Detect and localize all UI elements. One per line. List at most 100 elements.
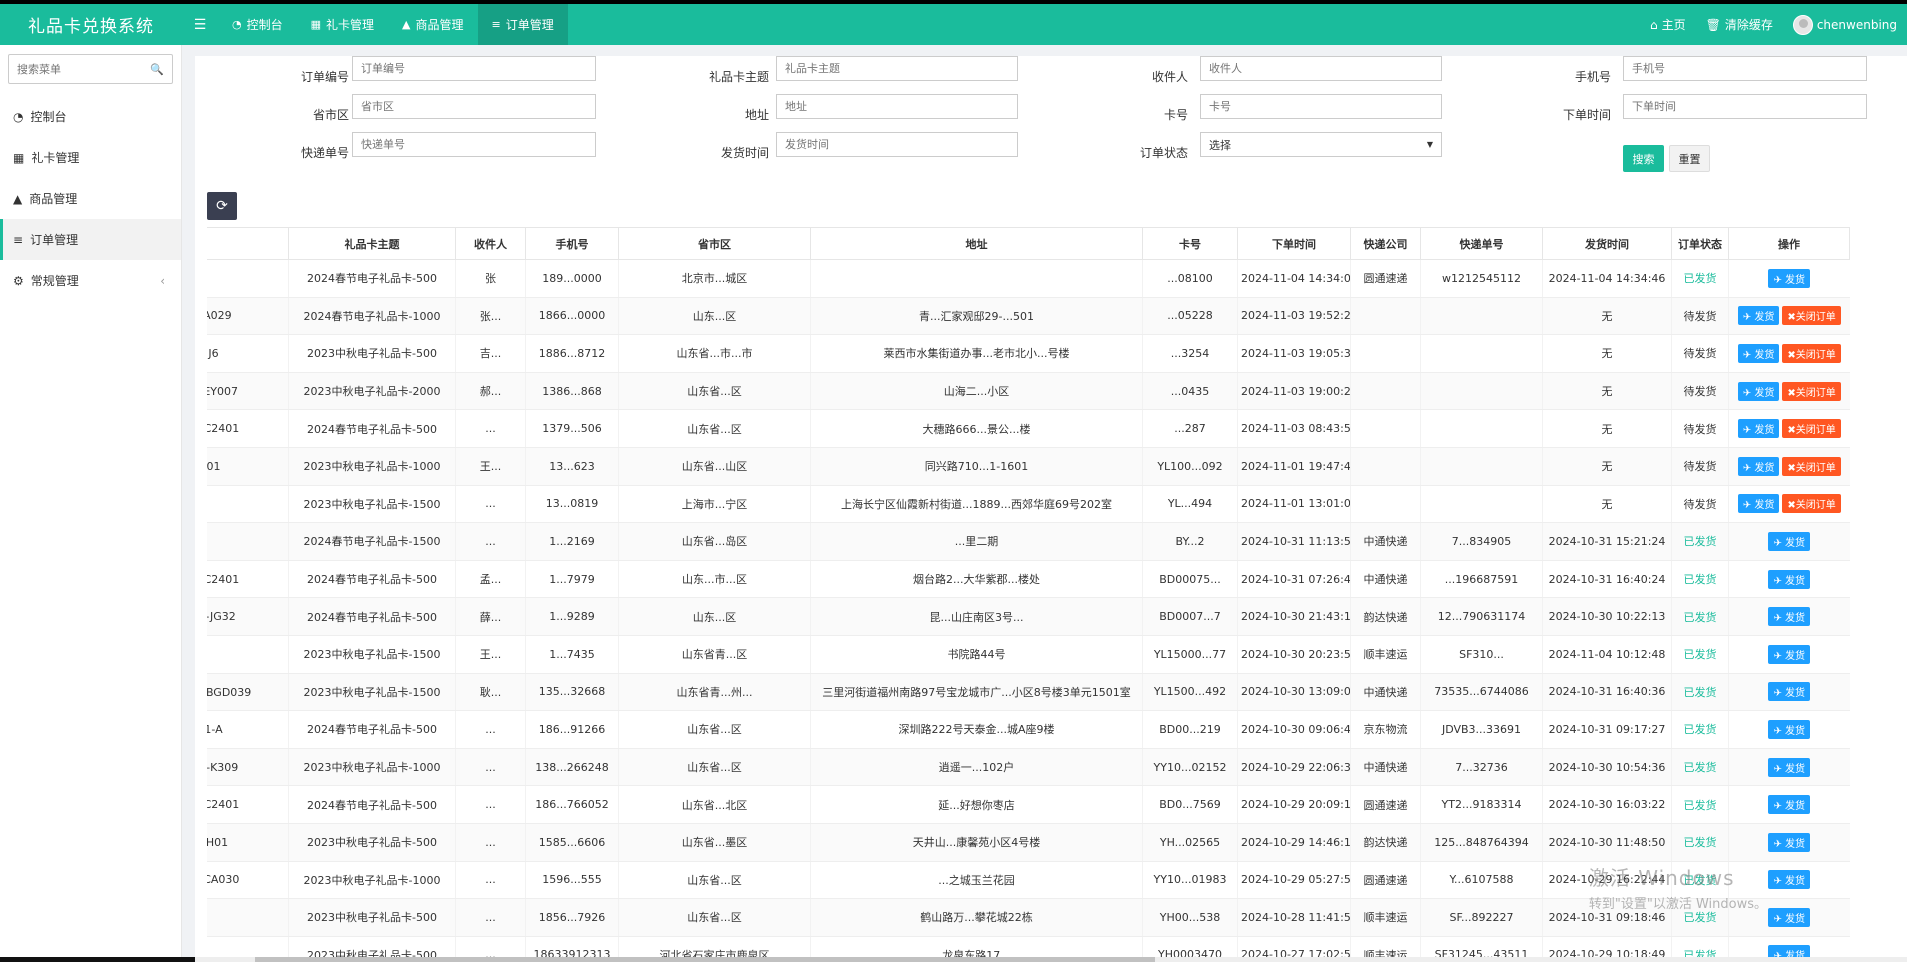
cancel-button-label: 关闭订单 [1795,349,1836,361]
col-header-order[interactable] [207,227,289,260]
col-header-region[interactable]: 省市区 [618,227,811,260]
topnav-orders[interactable]: ≡ 订单管理 [477,4,568,45]
col-header-address[interactable]: 地址 [810,227,1143,260]
sidebar-item-settings[interactable]: ⚙ 常规管理 ‹ [0,260,181,301]
search-button[interactable]: 搜索 [1623,145,1664,172]
col-header-ship-time[interactable]: 发货时间 [1542,227,1672,260]
phone-input[interactable] [1623,56,1867,81]
sidebar-item-dashboard[interactable]: ◔ 控制台 [0,96,181,137]
clear-cache-link[interactable]: 🗑 清除缓存 [1696,16,1783,33]
reset-button[interactable]: 重置 [1669,145,1710,172]
col-header-status[interactable]: 订单状态 [1671,227,1729,260]
search-icon[interactable]: 🔍 [150,63,164,76]
send-icon: ✈ [1742,312,1755,324]
ship-button[interactable]: ✈ 发货 [1737,343,1780,363]
cancel-order-button[interactable]: ✖关闭订单 [1782,306,1841,326]
cancel-order-button[interactable]: ✖关闭订单 [1782,343,1841,363]
horizontal-scrollbar[interactable] [195,957,1907,962]
cell-region: 山东...区 [618,597,811,636]
cell-phone: 135...32668 [525,673,619,712]
ship-button[interactable]: ✈ 发货 [1737,419,1780,439]
topnav-products[interactable]: ▲ 商品管理 [388,4,477,45]
cell-stime: 2024-11-04 10:12:48 [1542,635,1672,674]
topnav-dashboard[interactable]: ◔ 控制台 [218,4,297,45]
cell-stime: 2024-10-29 16:22:44 [1542,861,1672,900]
cell-region: 北京市...城区 [618,259,811,298]
ship-button[interactable]: ✈ 发货 [1768,644,1811,664]
cell-card: YH...02565 [1142,823,1238,862]
express-no-input[interactable] [352,132,596,157]
ship-button[interactable]: ✈ 发货 [1768,832,1811,852]
ship-button[interactable]: ✈ 发货 [1737,456,1780,476]
col-header-theme[interactable]: 礼品卡主题 [288,227,456,260]
scrollbar-thumb[interactable] [255,957,1155,962]
cell-otime: 2024-10-31 07:26:44 [1237,560,1351,599]
cell-region: 山东省...区 [618,372,811,411]
ship-button[interactable]: ✈ 发货 [1768,795,1811,815]
send-icon: ✈ [1773,876,1786,888]
order-no-input[interactable] [352,56,596,81]
topnav-cards[interactable]: ▦ 礼卡管理 [297,4,388,45]
col-header-phone[interactable]: 手机号 [525,227,619,260]
ship-button[interactable]: ✈ 发货 [1768,757,1811,777]
sidebar-item-cards[interactable]: ▦ 礼卡管理 [0,137,181,178]
cell-address: ...之城玉兰花园 [810,861,1143,900]
col-header-receiver[interactable]: 收件人 [455,227,526,260]
home-link[interactable]: ⌂ 主页 [1640,16,1696,33]
cancel-order-button[interactable]: ✖关闭订单 [1782,494,1841,514]
ship-button[interactable]: ✈ 发货 [1768,682,1811,702]
card-theme-input[interactable] [776,56,1018,81]
cell-actions: ✈ 发货 [1728,597,1850,636]
cell-company: 顺丰速运 [1350,898,1421,937]
cell-address: 昆...山庄南区3号... [810,597,1143,636]
cell-eno: Y...6107588 [1420,861,1543,900]
cell-otime: 2024-10-30 20:23:52 [1237,635,1351,674]
ship-button[interactable]: ✈ 发货 [1768,607,1811,627]
user-menu[interactable]: chenwenbing [1783,14,1907,35]
bag-icon: ▲ [402,18,411,31]
sidebar-search-input[interactable] [17,62,151,76]
region-input[interactable] [352,94,596,119]
cell-actions: ✈ 发货 [1728,259,1850,298]
cell-theme: 2024春节电子礼品卡-1500 [288,522,456,561]
cell-name: ... [455,522,526,561]
cell-eno [1420,372,1543,411]
receiver-input[interactable] [1200,56,1442,81]
ship-button[interactable]: ✈ 发货 [1768,268,1811,288]
menu-toggle-icon[interactable]: ☰ [182,4,218,45]
ship-time-input[interactable] [776,132,1018,157]
orders-table: 礼品卡主题 收件人 手机号 省市区 地址 卡号 下单时间 快递公司 快递单号 发… [207,227,1850,962]
refresh-button[interactable]: ⟳ [207,192,237,220]
ship-button-label: 发货 [1785,688,1806,700]
table-row: 01 2023中秋电子礼品卡-1000 王... 13...623 山东省...山区 同兴… [207,447,1850,486]
sidebar-item-products[interactable]: ▲ 商品管理 [0,178,181,219]
cell-eno: ...196687591 [1420,560,1543,599]
col-header-company[interactable]: 快递公司 [1350,227,1421,260]
ship-button[interactable]: ✈ 发货 [1768,531,1811,551]
table-row: GAC24012024春节电子礼品卡-500孟...1...7979山东...市… [207,560,1850,599]
ship-button[interactable]: ✈ 发货 [1768,719,1811,739]
ship-button[interactable]: ✈ 发货 [1737,381,1780,401]
address-input[interactable] [776,94,1018,119]
cell-region: 山东...区 [618,297,811,336]
row-actions: ✈ 发货 [1732,719,1847,739]
ship-button[interactable]: ✈ 发货 [1768,569,1811,589]
col-header-express-no[interactable]: 快递单号 [1420,227,1543,260]
table-row: W-EY0072023中秋电子礼品卡-2000郝...1386...868山东省… [207,372,1850,411]
cancel-order-button[interactable]: ✖关闭订单 [1782,456,1841,476]
card-no-input[interactable] [1200,94,1442,119]
ship-button[interactable]: ✈ 发货 [1737,494,1780,514]
cancel-order-button[interactable]: ✖关闭订单 [1782,419,1841,439]
ship-button[interactable]: ✈ 发货 [1768,907,1811,927]
col-header-order-time[interactable]: 下单时间 [1237,227,1351,260]
cancel-order-button[interactable]: ✖关闭订单 [1782,381,1841,401]
cell-status: 待发货 [1671,447,1729,486]
ship-button[interactable]: ✈ 发货 [1768,870,1811,890]
sidebar-item-orders[interactable]: ≡ 订单管理 [0,219,181,260]
ship-button[interactable]: ✈ 发货 [1737,306,1780,326]
cell-order [207,898,289,937]
col-header-card[interactable]: 卡号 [1142,227,1238,260]
status-select[interactable]: 选择 ▼ [1200,132,1442,157]
table-row: CA0292024春节电子礼品卡-1000张...1866...0000山东..… [207,297,1850,336]
order-time-input[interactable] [1623,94,1867,119]
